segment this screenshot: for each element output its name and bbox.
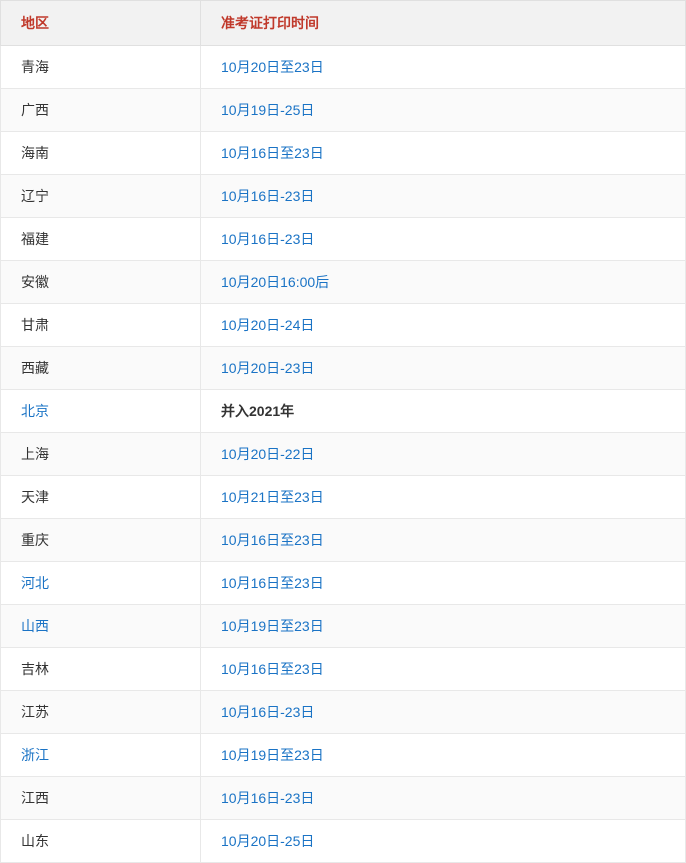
region-cell: 河北 xyxy=(1,562,201,605)
region-cell: 青海 xyxy=(1,46,201,89)
table-row: 重庆10月16日至23日 xyxy=(1,519,686,562)
table-row: 广西10月19日-25日 xyxy=(1,89,686,132)
region-cell: 上海 xyxy=(1,433,201,476)
region-cell: 辽宁 xyxy=(1,175,201,218)
region-cell: 安徽 xyxy=(1,261,201,304)
table-header-row: 地区 准考证打印时间 xyxy=(1,1,686,46)
time-cell: 10月16日-23日 xyxy=(201,777,686,820)
region-cell: 吉林 xyxy=(1,648,201,691)
region-cell: 北京 xyxy=(1,390,201,433)
table-row: 吉林10月16日至23日 xyxy=(1,648,686,691)
region-cell: 海南 xyxy=(1,132,201,175)
table-row: 甘肃10月20日-24日 xyxy=(1,304,686,347)
region-cell: 江西 xyxy=(1,777,201,820)
time-cell: 10月16日至23日 xyxy=(201,562,686,605)
region-cell: 浙江 xyxy=(1,734,201,777)
time-cell: 10月21日至23日 xyxy=(201,476,686,519)
region-cell: 重庆 xyxy=(1,519,201,562)
table-row: 辽宁10月16日-23日 xyxy=(1,175,686,218)
time-cell: 10月20日-23日 xyxy=(201,347,686,390)
region-cell: 福建 xyxy=(1,218,201,261)
time-cell: 10月16日-23日 xyxy=(201,175,686,218)
time-cell: 10月20日-22日 xyxy=(201,433,686,476)
table-row: 安徽10月20日16:00后 xyxy=(1,261,686,304)
table-row: 青海10月20日至23日 xyxy=(1,46,686,89)
table-row: 山东10月20日-25日 xyxy=(1,820,686,863)
time-cell: 10月16日-23日 xyxy=(201,218,686,261)
time-cell: 10月16日至23日 xyxy=(201,519,686,562)
table-row: 江西10月16日-23日 xyxy=(1,777,686,820)
region-cell: 甘肃 xyxy=(1,304,201,347)
time-cell: 10月20日-24日 xyxy=(201,304,686,347)
region-cell: 江苏 xyxy=(1,691,201,734)
time-cell: 10月20日至23日 xyxy=(201,46,686,89)
table-row: 山西10月19日至23日 xyxy=(1,605,686,648)
region-cell: 西藏 xyxy=(1,347,201,390)
table-row: 河北10月16日至23日 xyxy=(1,562,686,605)
main-table: 地区 准考证打印时间 青海10月20日至23日广西10月19日-25日海南10月… xyxy=(0,0,686,863)
table-row: 上海10月20日-22日 xyxy=(1,433,686,476)
region-cell: 广西 xyxy=(1,89,201,132)
table-row: 天津10月21日至23日 xyxy=(1,476,686,519)
region-cell: 山西 xyxy=(1,605,201,648)
time-cell: 并入2021年 xyxy=(201,390,686,433)
table-row: 北京并入2021年 xyxy=(1,390,686,433)
time-cell: 10月19日-25日 xyxy=(201,89,686,132)
table-row: 江苏10月16日-23日 xyxy=(1,691,686,734)
time-cell: 10月16日至23日 xyxy=(201,648,686,691)
time-cell: 10月16日至23日 xyxy=(201,132,686,175)
time-cell: 10月20日-25日 xyxy=(201,820,686,863)
table-row: 福建10月16日-23日 xyxy=(1,218,686,261)
time-cell: 10月19日至23日 xyxy=(201,605,686,648)
time-cell: 10月16日-23日 xyxy=(201,691,686,734)
table-row: 海南10月16日至23日 xyxy=(1,132,686,175)
region-cell: 天津 xyxy=(1,476,201,519)
time-cell: 10月19日至23日 xyxy=(201,734,686,777)
table-row: 浙江10月19日至23日 xyxy=(1,734,686,777)
time-cell: 10月20日16:00后 xyxy=(201,261,686,304)
header-time: 准考证打印时间 xyxy=(201,1,686,46)
page-wrapper: 地区 准考证打印时间 青海10月20日至23日广西10月19日-25日海南10月… xyxy=(0,0,686,863)
table-row: 西藏10月20日-23日 xyxy=(1,347,686,390)
header-region: 地区 xyxy=(1,1,201,46)
region-cell: 山东 xyxy=(1,820,201,863)
